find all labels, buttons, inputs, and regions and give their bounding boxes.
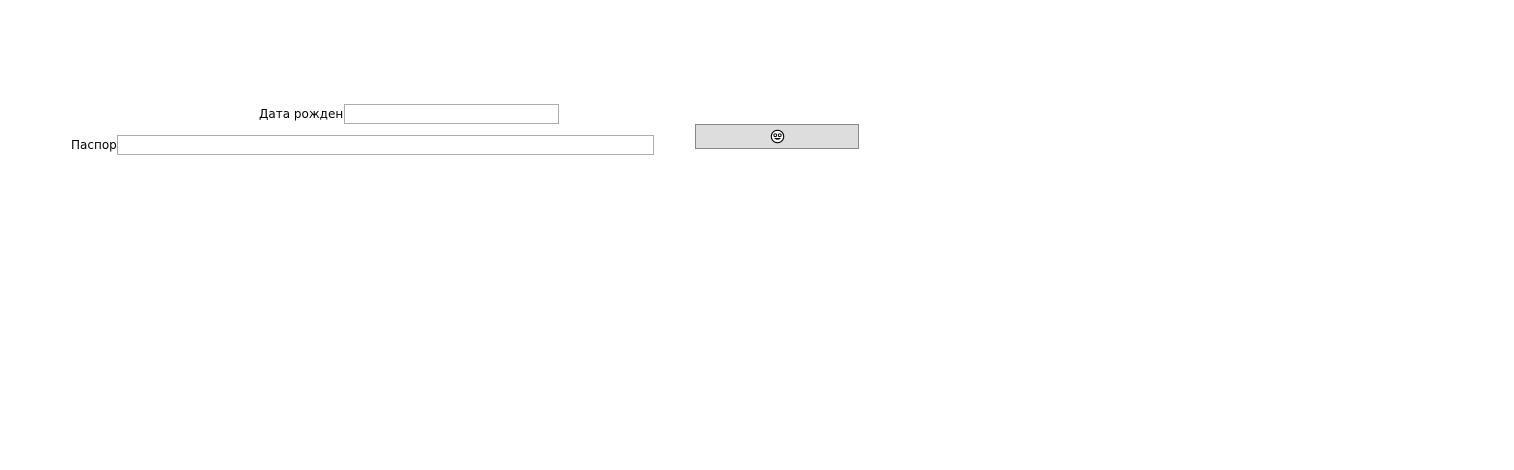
birthdate-input[interactable] — [344, 104, 559, 124]
birthdate-label: Дата рождения — [259, 107, 359, 121]
smiley-face-icon — [770, 129, 785, 144]
form-window: Дата рождения Паспорт — [0, 0, 1514, 470]
action-button[interactable] — [695, 124, 859, 149]
passport-input[interactable] — [117, 135, 654, 155]
passport-label: Паспорт — [71, 138, 124, 152]
